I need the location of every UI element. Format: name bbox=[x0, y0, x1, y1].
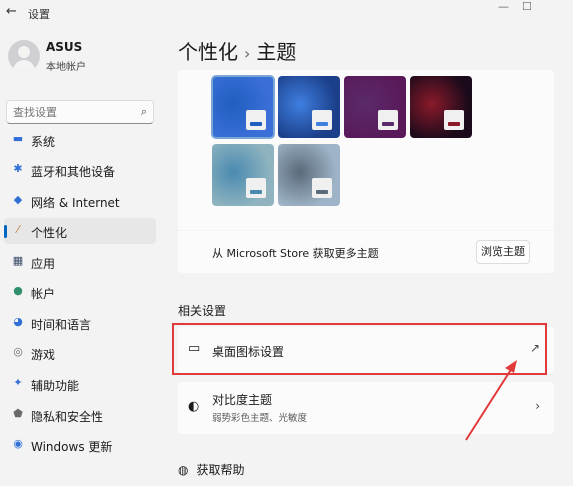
theme-flow[interactable] bbox=[278, 144, 340, 206]
annotation-highlight-box bbox=[172, 323, 547, 375]
store-text: 从 Microsoft Store 获取更多主题 bbox=[212, 247, 379, 260]
theme-windows-dark[interactable] bbox=[278, 76, 340, 138]
brush-icon: ⁄ bbox=[17, 223, 19, 236]
sidebar: ASUS 本地帐户 ⌕ ▬ 系统 ✱ 蓝牙和其他设备 ◆ 网络 & Internet ⁄ 个性… bbox=[0, 28, 165, 486]
sidebar-item-label: 应用 bbox=[31, 257, 56, 271]
avatar[interactable] bbox=[8, 40, 40, 72]
sidebar-item-update[interactable]: ◉ Windows 更新 bbox=[4, 432, 156, 458]
sidebar-item-label: Windows 更新 bbox=[31, 440, 113, 454]
wifi-icon: ◆ bbox=[13, 193, 23, 206]
shield-icon: ⬟ bbox=[13, 407, 23, 420]
sidebar-item-label: 网络 & Internet bbox=[31, 196, 120, 210]
contrast-themes-row[interactable]: ◐ 对比度主题 弱势彩色主题、光敏度 › bbox=[178, 382, 554, 434]
theme-accent-bar bbox=[382, 122, 394, 126]
breadcrumb-parent[interactable]: 个性化 bbox=[178, 40, 238, 64]
related-settings-title: 相关设置 bbox=[178, 304, 227, 318]
user-account-type: 本地帐户 bbox=[46, 62, 86, 73]
theme-preview-window bbox=[246, 178, 266, 198]
themes-card bbox=[178, 70, 554, 230]
title-bar: ← 设置 — ☐ bbox=[0, 0, 573, 28]
theme-accent-bar bbox=[250, 190, 262, 194]
theme-sunrise-lake[interactable] bbox=[212, 144, 274, 206]
gaming-icon: ◎ bbox=[13, 345, 23, 358]
sidebar-item-label: 系统 bbox=[31, 135, 56, 149]
sidebar-item-bluetooth[interactable]: ✱ 蓝牙和其他设备 bbox=[4, 157, 156, 183]
store-row: 从 Microsoft Store 获取更多主题 浏览主题 bbox=[178, 231, 554, 273]
theme-preview-window bbox=[312, 110, 332, 130]
browse-themes-button[interactable]: 浏览主题 bbox=[476, 240, 530, 264]
sidebar-item-label: 游戏 bbox=[31, 348, 56, 362]
system-icon: ▬ bbox=[12, 132, 24, 145]
maximize-button[interactable]: ☐ bbox=[522, 0, 532, 13]
account-icon: ● bbox=[13, 284, 23, 297]
avatar-body bbox=[13, 60, 35, 72]
search-input[interactable] bbox=[13, 104, 131, 120]
minimize-button[interactable]: — bbox=[498, 0, 509, 13]
theme-windows-light[interactable] bbox=[211, 75, 275, 139]
sidebar-item-label: 时间和语言 bbox=[31, 318, 92, 332]
accessibility-icon: ✦ bbox=[13, 376, 23, 389]
back-arrow-icon[interactable]: ← bbox=[6, 4, 17, 19]
page-title: 个性化 › 主题 bbox=[178, 36, 296, 65]
sidebar-item-account[interactable]: ● 帐户 bbox=[4, 279, 156, 305]
sidebar-item-label: 个性化 bbox=[31, 226, 68, 240]
get-help-label: 获取帮助 bbox=[196, 463, 245, 477]
chevron-right-icon: › bbox=[535, 399, 540, 413]
sidebar-item-gaming[interactable]: ◎ 游戏 bbox=[4, 340, 156, 366]
sidebar-item-accessibility[interactable]: ✦ 辅助功能 bbox=[4, 371, 156, 397]
help-icon: ◍ bbox=[178, 463, 189, 477]
active-indicator bbox=[4, 225, 7, 238]
bluetooth-icon: ✱ bbox=[13, 162, 23, 175]
theme-glow[interactable] bbox=[344, 76, 406, 138]
user-name: ASUS bbox=[46, 40, 83, 54]
theme-accent-bar bbox=[316, 122, 328, 126]
get-help-link[interactable]: ◍ 获取帮助 bbox=[178, 461, 245, 478]
breadcrumb-current: 主题 bbox=[256, 40, 297, 64]
search-icon[interactable]: ⌕ bbox=[141, 105, 147, 119]
sidebar-item-label: 蓝牙和其他设备 bbox=[31, 165, 116, 179]
theme-preview-window bbox=[378, 110, 398, 130]
sidebar-item-label: 帐户 bbox=[31, 287, 56, 301]
theme-preview-window bbox=[246, 110, 266, 130]
sidebar-item-system[interactable]: ▬ 系统 bbox=[4, 127, 156, 153]
clock-globe-icon: ◕ bbox=[13, 315, 23, 328]
app-title: 设置 bbox=[28, 8, 50, 21]
avatar-head bbox=[18, 46, 30, 58]
sidebar-item-brush[interactable]: ⁄ 个性化 bbox=[4, 218, 156, 244]
sidebar-item-label: 辅助功能 bbox=[31, 379, 80, 393]
theme-accent-bar bbox=[316, 190, 328, 194]
contrast-themes-label: 对比度主题 bbox=[212, 393, 273, 407]
sidebar-item-wifi[interactable]: ◆ 网络 & Internet bbox=[4, 188, 156, 214]
update-icon: ◉ bbox=[13, 437, 23, 450]
search-box[interactable]: ⌕ bbox=[6, 100, 154, 124]
theme-preview-window bbox=[444, 110, 464, 130]
contrast-themes-subtitle: 弱势彩色主题、光敏度 bbox=[212, 413, 308, 424]
theme-accent-bar bbox=[448, 122, 460, 126]
breadcrumb-separator: › bbox=[244, 44, 251, 63]
sidebar-item-clock-globe[interactable]: ◕ 时间和语言 bbox=[4, 310, 156, 336]
sidebar-item-apps[interactable]: ▦ 应用 bbox=[4, 249, 156, 275]
apps-icon: ▦ bbox=[12, 254, 24, 267]
sidebar-item-label: 隐私和安全性 bbox=[31, 410, 104, 424]
theme-preview-window bbox=[312, 178, 332, 198]
contrast-icon: ◐ bbox=[188, 399, 200, 414]
theme-captured-motion[interactable] bbox=[410, 76, 472, 138]
sidebar-item-shield[interactable]: ⬟ 隐私和安全性 bbox=[4, 402, 156, 428]
theme-accent-bar bbox=[250, 122, 262, 126]
